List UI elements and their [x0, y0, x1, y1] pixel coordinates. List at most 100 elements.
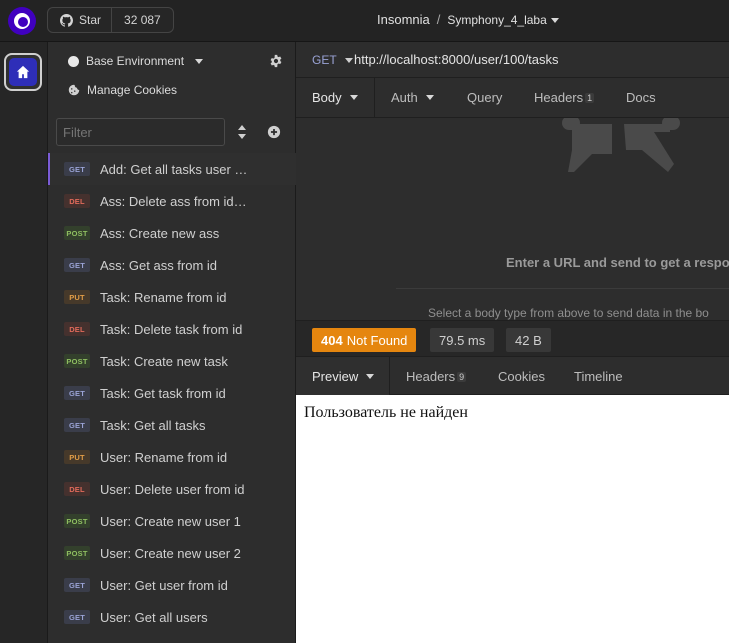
tab-headers-label: Headers	[534, 90, 584, 105]
sidebar-request-item[interactable]: GET User: Get all users	[48, 601, 296, 633]
github-star-count[interactable]: 32 087	[112, 8, 173, 32]
request-name: Task: Create new task	[100, 353, 228, 369]
tab-body[interactable]: Body	[312, 90, 358, 105]
method-badge: DEL	[64, 322, 90, 336]
request-name: User: Create new user 1	[100, 513, 241, 529]
method-badge: POST	[64, 546, 90, 560]
sidebar-request-item[interactable]: GET Task: Get all tasks	[48, 409, 296, 441]
caret-down-icon	[344, 57, 353, 63]
request-list: GET Add: Get all tasks user f… DEL Ass: Del…	[48, 153, 296, 633]
tab-query[interactable]: Query	[467, 90, 502, 105]
method-badge: GET	[64, 258, 90, 272]
tab-response-headers[interactable]: Headers 9	[406, 369, 467, 384]
sort-icon[interactable]	[236, 124, 248, 140]
tab-response-headers-label: Headers	[406, 369, 456, 384]
sidebar-request-item[interactable]: PUT User: Rename from id	[48, 441, 296, 473]
response-time: 79.5 ms	[430, 328, 495, 352]
tab-cookies-label: Cookies	[498, 369, 545, 384]
environment-color-icon	[68, 55, 79, 67]
sidebar-request-item[interactable]: POST User: Create new user 2	[48, 537, 296, 569]
tab-auth[interactable]: Auth	[391, 90, 434, 105]
add-icon[interactable]	[267, 125, 281, 139]
tab-preview[interactable]: Preview	[296, 357, 391, 395]
sidebar-request-item[interactable]: POST User: Create new user 1	[48, 505, 296, 537]
left-rail	[0, 42, 48, 643]
tab-body-label: Body	[312, 90, 342, 105]
sidebar-request-item[interactable]: DEL Ass: Delete ass from id …	[48, 185, 296, 217]
status-code: 404	[321, 332, 343, 348]
response-status-bar: 404 Not Found 79.5 ms 42 B	[296, 320, 729, 357]
caret-down-icon	[425, 95, 434, 100]
method-badge: GET	[64, 418, 90, 432]
method-label: GET	[312, 53, 337, 67]
request-name: User: Delete user from id	[100, 481, 245, 497]
tab-cookies[interactable]: Cookies	[498, 369, 545, 384]
sidebar-request-item[interactable]: POST Task: Create new task	[48, 345, 296, 377]
environment-label: Base Environment	[86, 54, 185, 68]
sidebar-request-item[interactable]: GET Task: Get task from id	[48, 377, 296, 409]
request-name: User: Get user from id	[100, 577, 228, 593]
url-bar: GET http://localhost:8000/user/100/tasks	[296, 42, 729, 78]
method-badge: POST	[64, 226, 90, 240]
empty-url-hint: Enter a URL and send to get a respons	[506, 255, 729, 270]
caret-down-icon	[550, 17, 559, 23]
status-text: Not Found	[346, 332, 408, 348]
request-name: Task: Rename from id	[100, 289, 227, 305]
sidebar: Base Environment Manage Cookies GET Add: …	[48, 42, 296, 643]
method-badge: DEL	[64, 194, 90, 208]
caret-down-icon	[195, 58, 204, 64]
method-badge: PUT	[64, 290, 90, 304]
github-icon	[60, 13, 73, 27]
manage-cookies-label: Manage Cookies	[87, 83, 178, 97]
method-badge: PUT	[64, 450, 90, 464]
method-selector[interactable]: GET	[312, 53, 353, 67]
environment-selector[interactable]: Base Environment	[68, 54, 204, 68]
method-badge: GET	[64, 386, 90, 400]
tab-query-label: Query	[467, 90, 503, 105]
filter-row	[56, 118, 288, 146]
method-badge: POST	[64, 354, 90, 368]
gear-icon[interactable]	[269, 54, 283, 68]
sidebar-request-item[interactable]: PUT Task: Rename from id	[48, 281, 296, 313]
insomnia-logo-icon[interactable]	[8, 7, 36, 35]
home-button[interactable]	[4, 53, 42, 91]
request-name: User: Get all users	[100, 609, 208, 625]
method-badge: GET	[64, 162, 90, 176]
github-star-label: Star	[79, 13, 102, 27]
breadcrumb-project[interactable]: Symphony_4_laba	[447, 13, 559, 27]
breadcrumb: Insomnia / Symphony_4_laba	[377, 12, 559, 27]
tab-auth-label: Auth	[391, 90, 418, 105]
headers-count-badge: 1	[585, 92, 595, 103]
response-preview-text: Пользователь не найден	[304, 404, 468, 421]
github-star-widget[interactable]: Star 32 087	[47, 7, 174, 33]
sidebar-request-item[interactable]: DEL Task: Delete task from id	[48, 313, 296, 345]
manage-cookies-button[interactable]: Manage Cookies	[68, 83, 177, 97]
caret-down-icon	[349, 95, 358, 100]
response-headers-count-badge: 9	[457, 371, 467, 382]
tab-docs-label: Docs	[626, 90, 656, 105]
breadcrumb-separator: /	[436, 12, 441, 27]
request-name: User: Create new user 2	[100, 545, 241, 561]
tab-preview-label: Preview	[312, 368, 359, 384]
caret-down-icon	[366, 373, 375, 379]
method-badge: POST	[64, 514, 90, 528]
filter-input[interactable]	[56, 118, 225, 146]
top-bar: Star 32 087 Insomnia / Symphony_4_laba	[0, 0, 729, 42]
tab-docs[interactable]: Docs	[626, 90, 656, 105]
status-badge: 404 Not Found	[312, 328, 417, 352]
sidebar-request-item[interactable]: GET Add: Get all tasks user f…	[48, 153, 296, 185]
method-badge: GET	[64, 578, 90, 592]
response-preview: Пользователь не найден	[296, 395, 729, 643]
github-star-button[interactable]: Star	[48, 8, 113, 32]
breadcrumb-app[interactable]: Insomnia	[377, 12, 430, 27]
tab-headers[interactable]: Headers 1	[534, 90, 595, 105]
request-name: User: Rename from id	[100, 449, 228, 465]
sidebar-request-item[interactable]: DEL User: Delete user from id	[48, 473, 296, 505]
request-name: Ass: Create new ass	[100, 225, 220, 241]
tab-timeline[interactable]: Timeline	[574, 369, 623, 384]
url-input[interactable]: http://localhost:8000/user/100/tasks	[354, 52, 559, 67]
sidebar-request-item[interactable]: GET Ass: Get ass from id	[48, 249, 296, 281]
sidebar-request-item[interactable]: POST Ass: Create new ass	[48, 217, 296, 249]
response-tabs: Preview Headers 9 Cookies Timeline	[296, 357, 729, 395]
sidebar-request-item[interactable]: GET User: Get user from id	[48, 569, 296, 601]
